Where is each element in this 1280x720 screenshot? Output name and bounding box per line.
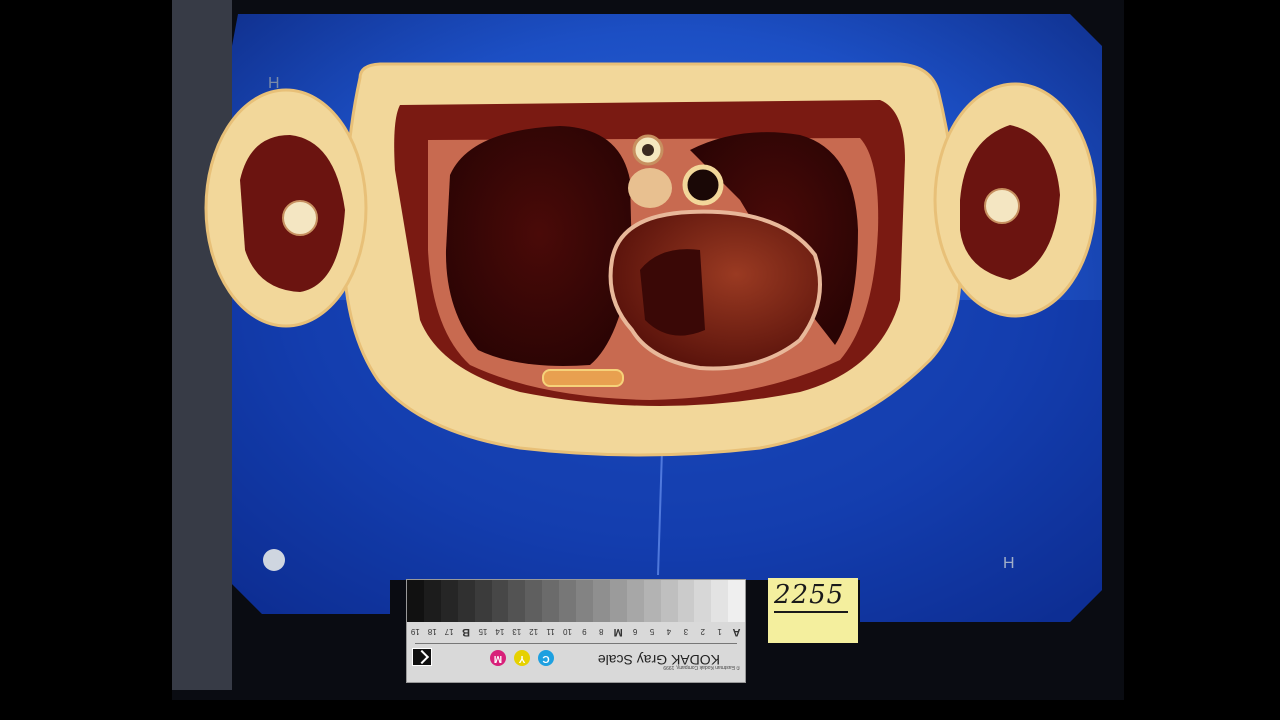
gray-scale-patch-label: 4 (666, 627, 672, 637)
magenta-patch: M (490, 650, 506, 666)
gray-scale-copyright: © Eastman Kodak Company, 1999 (663, 664, 740, 670)
left-humerus (282, 200, 318, 236)
gray-scale-patch-label: 8 (599, 627, 604, 637)
plate-edge (172, 0, 232, 690)
gray-scale-patch-label: M (613, 626, 623, 638)
yellow-patch: Y (514, 650, 530, 666)
marker-pin (263, 549, 285, 571)
gray-scale-patch-label: 13 (512, 627, 522, 637)
heart-chamber (640, 249, 705, 336)
gray-scale-patch-label: 5 (649, 627, 655, 637)
right-lung (445, 126, 632, 366)
specimen-number: 2255 (774, 580, 845, 610)
gray-scale-patch-label: 18 (427, 627, 437, 637)
anatomy-photo: H H A 1 2 3 4 5 6 M 8 9 10 11 12 13 14 15 B 17 18 19 C Y M … (0, 0, 1280, 720)
gray-scale-patch-label: B (462, 626, 471, 638)
gray-scale-patch-label: 19 (410, 627, 420, 637)
gray-scale-patch-label: 12 (529, 627, 539, 637)
h-marker-bottom: H (1003, 555, 1015, 572)
kodak-logo (412, 648, 432, 666)
gray-scale-patch-label: 14 (495, 627, 505, 637)
sternum (542, 369, 624, 387)
gray-scale-patch-label: 11 (546, 627, 555, 637)
gray-scale-patch-label: A (732, 626, 741, 638)
gray-scale-patch-labels: A 1 2 3 4 5 6 M 8 9 10 11 12 13 14 15 B 17 18 19 (407, 623, 745, 641)
vertebra-canal (642, 144, 654, 156)
gray-scale-steps (407, 580, 746, 622)
gray-scale-patch-label: 15 (478, 627, 488, 637)
right-humerus (984, 188, 1020, 224)
gray-scale-patch-label: 10 (563, 627, 572, 637)
gray-scale-patch-label: 3 (683, 627, 689, 637)
gray-scale-patch-label: 17 (444, 627, 454, 637)
vertebral-body (628, 168, 672, 208)
gray-scale-patch-label: 2 (700, 627, 705, 637)
gray-scale-patch-label: 9 (582, 627, 587, 637)
specimen-underline (774, 611, 848, 613)
aorta (682, 164, 724, 206)
gray-scale-patch-label: 1 (717, 627, 722, 637)
gray-scale-divider (415, 643, 737, 644)
specimen-label: 2255 (768, 578, 858, 643)
gray-scale-patch-label: 6 (632, 627, 638, 637)
h-marker-top: H (268, 75, 280, 92)
heart (608, 209, 822, 371)
